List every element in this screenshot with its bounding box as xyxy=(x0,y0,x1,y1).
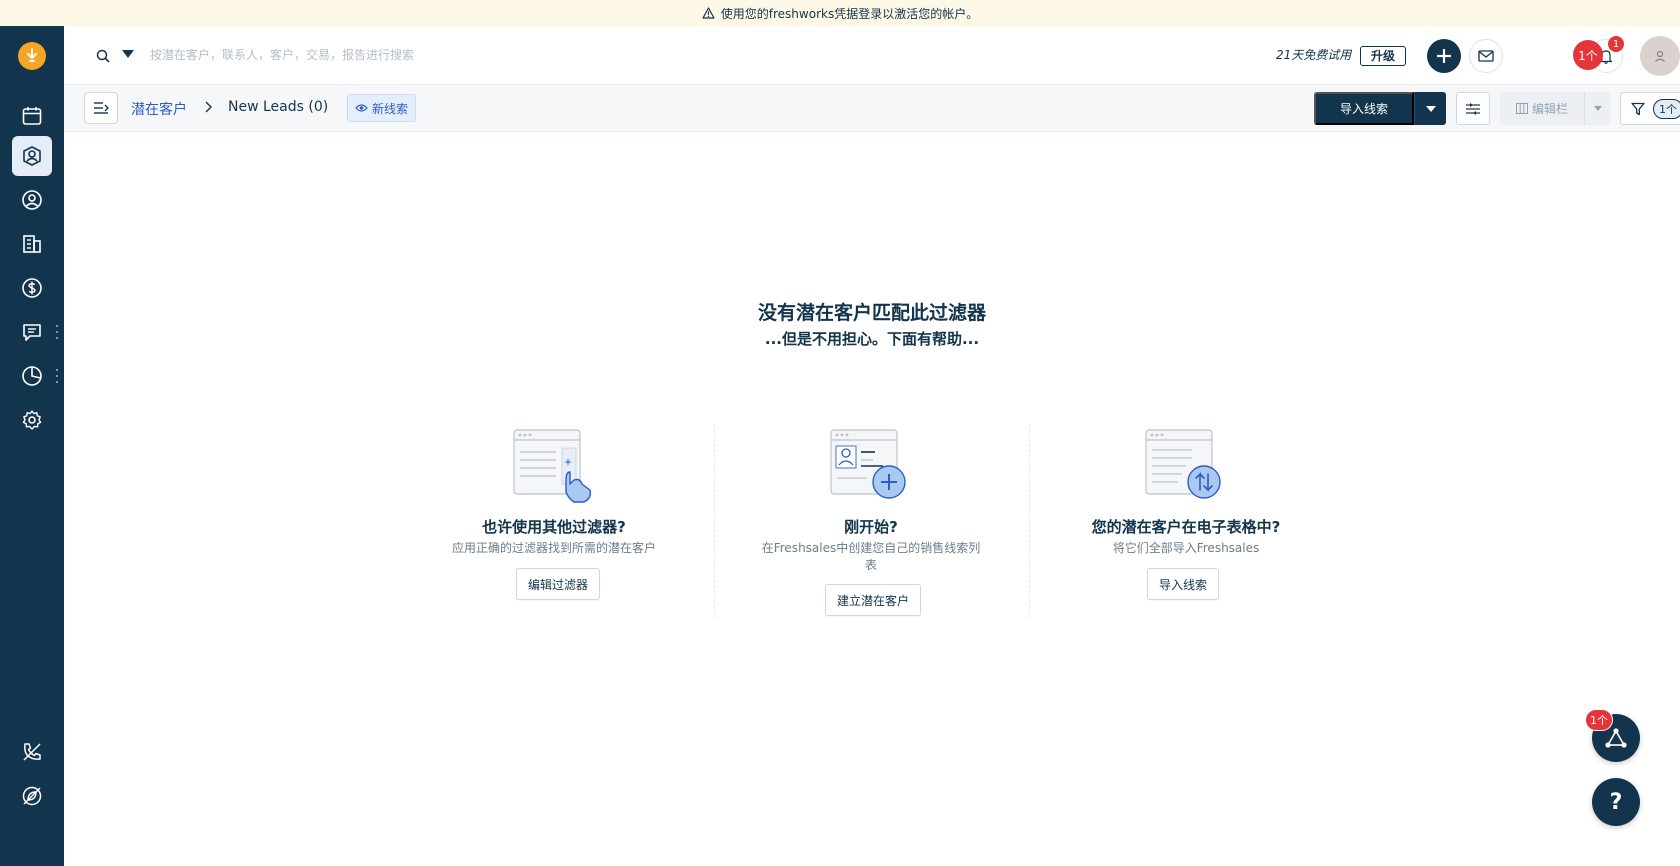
sidebar-item-leads[interactable] xyxy=(12,136,52,176)
empty-state-title: 没有潜在客户匹配此过滤器 xyxy=(757,302,986,324)
sidebar-item-conversations[interactable] xyxy=(12,312,52,352)
card-title: 也许使用其他过滤器? xyxy=(482,518,626,536)
sidebar-item-deals[interactable] xyxy=(12,268,52,308)
leads-icon xyxy=(23,146,41,166)
search-icon[interactable] xyxy=(96,48,110,67)
list-toolbar: 潜在客户 New Leads (0) 新线索 导入线索 编辑栏 1个 xyxy=(64,85,1680,132)
conversations-icon xyxy=(23,324,41,341)
leaf-icon xyxy=(22,786,42,806)
card-title: 您的潜在客户在电子表格中? xyxy=(1091,518,1281,536)
import-illustration-icon xyxy=(1145,429,1221,499)
sidebar-item-freddy[interactable] xyxy=(12,776,52,816)
create-lead-illustration-icon xyxy=(830,429,906,499)
card-description: 应用正确的过滤器找到所需的潜在客户 xyxy=(451,541,656,555)
import-leads-button[interactable]: 导入线索 xyxy=(1314,92,1414,125)
columns-icon xyxy=(1515,103,1528,114)
calendar-icon xyxy=(22,107,42,125)
edit-columns-button[interactable]: 编辑栏 xyxy=(1500,92,1584,125)
reports-more-icon[interactable] xyxy=(54,369,60,383)
suggestion-card-filter: 也许使用其他过滤器? 应用正确的过滤器找到所需的潜在客户 编辑过滤器 xyxy=(398,420,710,620)
sidebar-item-reports[interactable] xyxy=(12,356,52,396)
sidebar-item-contacts[interactable] xyxy=(12,180,52,220)
new-leads-view-tag[interactable]: 新线索 xyxy=(347,94,417,122)
sidebar-item-calendar[interactable] xyxy=(12,96,52,136)
deals-icon xyxy=(22,278,42,298)
phone-icon xyxy=(23,743,41,761)
search-scope-dropdown[interactable] xyxy=(122,50,134,58)
upgrade-button[interactable]: 升级 xyxy=(1360,46,1407,66)
filter-icon xyxy=(1631,102,1645,115)
warning-icon xyxy=(702,7,715,19)
caret-down-icon xyxy=(1593,106,1602,111)
banner-text: 使用您的freshworks凭据登录以激活您的帐户。 xyxy=(720,6,979,21)
view-tag-label: 新线索 xyxy=(372,101,409,116)
filter-count-badge: 1个 xyxy=(1653,98,1680,119)
user-icon xyxy=(1655,50,1665,62)
import-leads-card-button[interactable]: 导入线索 xyxy=(1147,568,1220,600)
user-avatar[interactable] xyxy=(1640,36,1680,76)
activation-banner: 使用您的freshworks凭据登录以激活您的帐户。 xyxy=(0,0,1680,26)
breadcrumb-leads[interactable]: 潜在客户 xyxy=(131,99,187,119)
reports-icon xyxy=(22,366,42,386)
edit-columns-dropdown[interactable] xyxy=(1584,92,1610,125)
quick-add-button[interactable] xyxy=(1427,39,1461,73)
chevron-right-icon xyxy=(204,99,214,119)
import-options-dropdown[interactable] xyxy=(1414,92,1446,125)
top-bar: 21天免费试用 升级 1 1个 xyxy=(64,26,1680,85)
sidebar-item-settings[interactable] xyxy=(12,400,52,440)
network-icon xyxy=(1605,728,1627,748)
settings-icon xyxy=(22,410,42,430)
empty-state-subtitle: ...但是不用担心。下面有帮助... xyxy=(764,330,980,348)
breadcrumb-current-view: New Leads (0) xyxy=(228,99,329,115)
freshsales-logo[interactable] xyxy=(18,42,46,70)
edit-filter-button[interactable]: 编辑过滤器 xyxy=(516,568,601,600)
collapse-list-icon xyxy=(94,102,109,114)
sidebar-item-accounts[interactable] xyxy=(12,224,52,264)
toggle-views-button[interactable] xyxy=(84,92,118,124)
email-button[interactable] xyxy=(1469,39,1503,73)
suggestion-card-create: 刚开始? 在Freshsales中创建您自己的销售线索列表 建立潜在客户 xyxy=(715,420,1027,620)
trial-text: 21天免费试用 xyxy=(1276,48,1352,62)
eye-icon xyxy=(355,103,368,113)
edit-columns-label: 编辑栏 xyxy=(1531,102,1568,116)
card-description: 在Freshsales中创建您自己的销售线索列表 xyxy=(761,541,981,572)
accounts-icon xyxy=(23,235,41,253)
plus-icon xyxy=(1437,49,1451,63)
sidebar-item-phone[interactable] xyxy=(12,732,52,772)
card-description: 将它们全部导入Freshsales xyxy=(1112,541,1260,555)
customize-list-button[interactable] xyxy=(1456,92,1490,125)
search-input[interactable] xyxy=(150,42,750,68)
mail-icon xyxy=(1478,50,1494,62)
help-label: ? xyxy=(1609,789,1623,815)
card-title: 刚开始? xyxy=(844,518,898,536)
help-button[interactable]: ? xyxy=(1592,778,1640,826)
filter-illustration-icon xyxy=(513,429,592,503)
conversations-more-icon[interactable] xyxy=(54,325,60,339)
contact-icon xyxy=(22,190,42,210)
caret-down-icon xyxy=(1425,105,1436,112)
notification-count-badge: 1 xyxy=(1608,36,1624,52)
create-lead-button[interactable]: 建立潜在客户 xyxy=(825,584,922,616)
filter-button[interactable]: 1个 xyxy=(1620,92,1680,125)
fab-count-badge: 1个 xyxy=(1585,709,1613,731)
alerts-count-text: 1个 xyxy=(1578,48,1598,63)
sidebar xyxy=(0,26,64,866)
suggestion-card-import: 您的潜在客户在电子表格中? 将它们全部导入Freshsales 导入线索 xyxy=(1030,420,1342,620)
sliders-icon xyxy=(1466,102,1480,115)
alerts-count-badge[interactable]: 1个 xyxy=(1573,40,1603,70)
